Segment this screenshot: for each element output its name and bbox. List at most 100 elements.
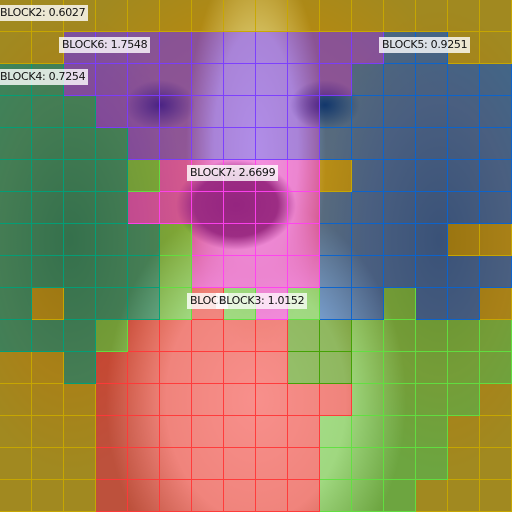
- grid-cell-block6: [192, 128, 224, 160]
- grid-cell-block2: [64, 416, 96, 448]
- grid-cell-block7: [160, 192, 192, 224]
- grid-cell-block3: [256, 448, 288, 480]
- grid-cell-other: [480, 352, 512, 384]
- grid-cell-block4: [64, 288, 96, 320]
- grid-cell-block7: [224, 224, 256, 256]
- grid-cell-block4: [0, 256, 32, 288]
- grid-cell-block2: [256, 0, 288, 32]
- grid-cell-block5: [352, 160, 384, 192]
- dog-photo: BLOCK2: 0.6027 BLOCK6: 1.7548 BLOCK5: 0.…: [0, 0, 512, 512]
- grid-cell-block3: [224, 416, 256, 448]
- grid-cell-block2: [96, 0, 128, 32]
- grid-cell-other: [384, 384, 416, 416]
- grid-cell-block7: [224, 192, 256, 224]
- grid-cell-block4: [64, 96, 96, 128]
- grid-cell-block5: [384, 96, 416, 128]
- grid-cell-block6: [96, 96, 128, 128]
- grid-cell-block2: [64, 384, 96, 416]
- grid-cell-block3: [192, 480, 224, 512]
- grid-cell-other: [384, 480, 416, 512]
- grid-cell-block2: [480, 288, 512, 320]
- label-block4: BLOCK4: 0.7254: [0, 69, 89, 85]
- grid-cell-other: [320, 480, 352, 512]
- grid-cell-block4: [0, 224, 32, 256]
- grid-cell-block5: [416, 64, 448, 96]
- grid-cell-block6: [224, 128, 256, 160]
- grid-cell-other: [416, 448, 448, 480]
- grid-cell-block7: [128, 192, 160, 224]
- grid-cell-block6: [320, 64, 352, 96]
- grid-cell-block3: [224, 480, 256, 512]
- grid-cell-block4: [0, 96, 32, 128]
- grid-cell-block5: [416, 128, 448, 160]
- grid-cell-block6: [128, 96, 160, 128]
- grid-cell-block5: [416, 160, 448, 192]
- grid-cell-block7: [288, 224, 320, 256]
- grid-cell-block5: [480, 64, 512, 96]
- grid-cell-block7: [192, 224, 224, 256]
- grid-cell-block4: [64, 352, 96, 384]
- grid-cell-block5: [352, 288, 384, 320]
- grid-cell-block3: [288, 480, 320, 512]
- grid-cell-block2: [224, 0, 256, 32]
- grid-cell-other: [96, 320, 128, 352]
- grid-cell-block7: [192, 256, 224, 288]
- grid-cell-block5: [384, 64, 416, 96]
- grid-cell-block5: [352, 192, 384, 224]
- grid-cell-block6: [160, 64, 192, 96]
- label-block7: BLOCK7: 2.6699: [187, 165, 279, 181]
- grid-cell-block3: [288, 448, 320, 480]
- grid-cell-block6: [288, 32, 320, 64]
- grid-cell-other: [320, 352, 352, 384]
- grid-cell-block5: [320, 192, 352, 224]
- grid-cell-other: [480, 320, 512, 352]
- grid-cell-block4: [32, 192, 64, 224]
- grid-cell-block4: [64, 256, 96, 288]
- grid-cell-block3: [256, 416, 288, 448]
- grid-cell-block4: [32, 160, 64, 192]
- grid-cell-block3: [96, 384, 128, 416]
- grid-cell-other: [448, 352, 480, 384]
- grid-cell-other: [416, 352, 448, 384]
- grid-cell-other: [160, 256, 192, 288]
- grid-cell-block6: [288, 128, 320, 160]
- grid-cell-block5: [416, 288, 448, 320]
- grid-cell-block3: [96, 352, 128, 384]
- grid-cell-block3: [256, 384, 288, 416]
- grid-cell-block6: [160, 32, 192, 64]
- grid-cell-other: [288, 352, 320, 384]
- grid-cell-block2: [32, 288, 64, 320]
- grid-cell-block5: [448, 192, 480, 224]
- grid-cell-block7: [288, 192, 320, 224]
- grid-cell-block5: [352, 64, 384, 96]
- grid-cell-block3: [224, 320, 256, 352]
- grid-cell-block2: [416, 480, 448, 512]
- grid-cell-block4: [32, 128, 64, 160]
- grid-cell-block6: [288, 64, 320, 96]
- grid-cell-block6: [192, 96, 224, 128]
- grid-cell-block3: [224, 448, 256, 480]
- grid-cell-block2: [0, 32, 32, 64]
- grid-cell-block2: [480, 224, 512, 256]
- grid-cell-block4: [0, 320, 32, 352]
- grid-cell-block3: [224, 352, 256, 384]
- grid-cell-block5: [480, 96, 512, 128]
- grid-cell-block6: [128, 64, 160, 96]
- grid-cell-block2: [0, 448, 32, 480]
- grid-cell-block3: [160, 384, 192, 416]
- grid-cell-block3: [128, 320, 160, 352]
- grid-cell-block5: [416, 192, 448, 224]
- grid-cell-other: [320, 416, 352, 448]
- grid-cell-block5: [448, 160, 480, 192]
- grid-cell-block4: [32, 320, 64, 352]
- grid-cell-block5: [320, 96, 352, 128]
- grid-cell-other: [352, 352, 384, 384]
- grid-cell-block6: [256, 64, 288, 96]
- grid-cell-block4: [128, 224, 160, 256]
- grid-cell-block2: [0, 416, 32, 448]
- grid-cell-other: [416, 384, 448, 416]
- grid-cell-block5: [352, 224, 384, 256]
- grid-cell-other: [384, 288, 416, 320]
- grid-cell-other: [448, 384, 480, 416]
- grid-cell-block3: [160, 448, 192, 480]
